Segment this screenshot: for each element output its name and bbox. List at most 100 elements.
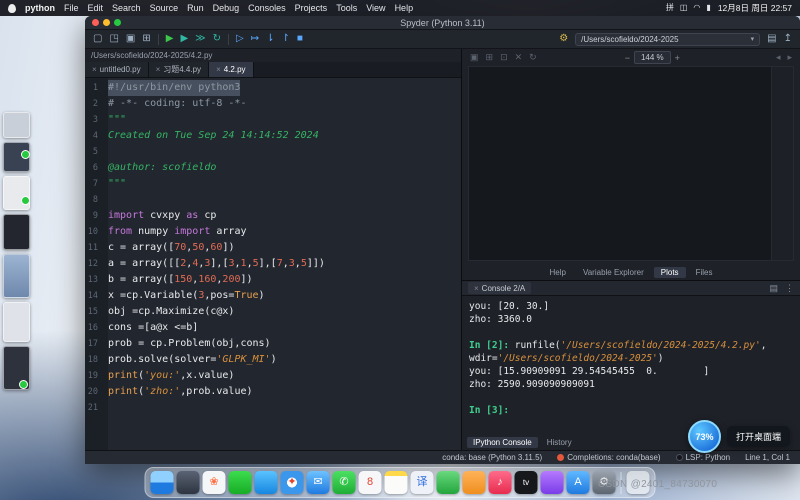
line-number[interactable]: 2 [85, 96, 103, 112]
dock-icon-app-store[interactable]: A [567, 471, 590, 494]
copy-plot-icon[interactable]: ⊡ [500, 53, 508, 62]
zoom-out-icon[interactable]: − [625, 53, 630, 63]
close-tab-icon[interactable]: × [216, 65, 221, 74]
minimize-window-button[interactable] [103, 19, 110, 26]
menubar-clock[interactable]: 12月8日 周日 22:57 [718, 2, 792, 14]
code-line-15[interactable]: 15obj =cp.Maximize(c@x) [85, 304, 461, 320]
dock-icon-mail[interactable]: ✉ [307, 471, 330, 494]
code-line-18[interactable]: 18prob.solve(solver='GLPK_MI') [85, 352, 461, 368]
line-number[interactable]: 15 [85, 304, 103, 320]
line-number[interactable]: 10 [85, 224, 103, 240]
code-line-5[interactable]: 5 [85, 144, 461, 160]
menu-consoles[interactable]: Consoles [248, 3, 286, 13]
line-number[interactable]: 3 [85, 112, 103, 128]
menu-source[interactable]: Source [150, 3, 179, 13]
pane-tab-help[interactable]: Help [543, 267, 573, 278]
code-line-14[interactable]: 14x =cp.Variable(3,pos=True) [85, 288, 461, 304]
close-tab-icon[interactable]: × [92, 65, 97, 74]
step-return-icon[interactable]: ↾ [282, 34, 290, 44]
step-into-icon[interactable]: ⇂ [266, 34, 274, 44]
dock-icon-wechat[interactable] [229, 471, 252, 494]
refresh-plot-icon[interactable]: ↻ [529, 53, 537, 62]
zoom-in-icon[interactable]: + [675, 53, 680, 63]
menu-file[interactable]: File [64, 3, 79, 13]
code-line-7[interactable]: 7""" [85, 176, 461, 192]
status-cursor-position[interactable]: Line 1, Col 1 [745, 453, 790, 462]
run-cell-icon[interactable]: ▶ [180, 34, 188, 44]
line-number[interactable]: 12 [85, 256, 103, 272]
line-number[interactable]: 4 [85, 128, 103, 144]
line-number[interactable]: 18 [85, 352, 103, 368]
dock-icon-numbers[interactable] [437, 471, 460, 494]
dock-icon-finder[interactable] [151, 471, 174, 494]
code-line-1[interactable]: 1#!/usr/bin/env python3 [85, 80, 461, 96]
line-number[interactable]: 8 [85, 192, 103, 208]
dock-icon-facetime[interactable]: ✆ [333, 471, 356, 494]
status-conda-env[interactable]: conda: base (Python 3.11.5) [442, 453, 542, 462]
previous-plot-icon[interactable]: ◂ [776, 53, 781, 62]
debug-file-icon[interactable]: ▷ [236, 34, 244, 44]
code-line-4[interactable]: 4Created on Tue Sep 24 14:14:52 2024 [85, 128, 461, 144]
dock-icon-calendar[interactable]: 8 [359, 471, 382, 494]
status-lsp[interactable]: LSP: Python [676, 453, 730, 462]
save-all-icon[interactable]: ⊞ [142, 34, 150, 44]
line-number[interactable]: 1 [85, 80, 103, 96]
line-number[interactable]: 5 [85, 144, 103, 160]
save-all-plots-icon[interactable]: ⊞ [486, 53, 494, 62]
menu-edit[interactable]: Edit [88, 3, 104, 13]
dock-icon-music[interactable]: ♪ [489, 471, 512, 494]
dock-icon-translate[interactable]: 译 [411, 471, 434, 494]
preferences-icon[interactable]: ⚙ [559, 34, 568, 44]
code-editor[interactable]: 1#!/usr/bin/env python32# -*- coding: ut… [85, 78, 461, 450]
working-directory-combo[interactable]: /Users/scofieldo/2024-2025 ▾ [575, 33, 760, 46]
close-window-button[interactable] [92, 19, 99, 26]
code-line-11[interactable]: 11c = array([70,50,60]) [85, 240, 461, 256]
browse-working-directory-icon[interactable]: ▤ [767, 34, 776, 44]
line-number[interactable]: 14 [85, 288, 103, 304]
code-line-2[interactable]: 2# -*- coding: utf-8 -*- [85, 96, 461, 112]
menu-view[interactable]: View [366, 3, 385, 13]
dock-icon-photos[interactable]: ❀ [203, 471, 226, 494]
menu-run[interactable]: Run [187, 3, 204, 13]
editor-tab-4-4-py[interactable]: ×习题4.4.py [149, 62, 209, 77]
save-file-icon[interactable]: ▣ [126, 34, 135, 44]
console-list-icon[interactable]: ▤ [769, 284, 778, 293]
screen-mirroring-icon[interactable]: ◫ [680, 4, 688, 12]
window-thumbnail[interactable] [3, 214, 30, 250]
console-bottom-tab-history[interactable]: History [541, 437, 578, 448]
apple-menu-icon[interactable] [8, 4, 16, 13]
input-source-icon[interactable]: 拼 [666, 4, 674, 12]
code-line-19[interactable]: 19print('you:',x.value) [85, 368, 461, 384]
stop-debug-icon[interactable]: ■ [297, 34, 303, 44]
line-number[interactable]: 16 [85, 320, 103, 336]
status-completions[interactable]: Completions: conda(base) [557, 453, 660, 462]
battery-icon[interactable]: ▮ [706, 4, 710, 12]
close-tab-icon[interactable]: × [156, 65, 161, 74]
console-output[interactable]: you: [20. 30.]zho: 3360.0 In [2]: runfil… [462, 296, 800, 435]
window-thumbnail[interactable] [3, 302, 30, 342]
line-number[interactable]: 9 [85, 208, 103, 224]
dock-icon-qq[interactable] [255, 471, 278, 494]
line-number[interactable]: 13 [85, 272, 103, 288]
code-line-8[interactable]: 8 [85, 192, 461, 208]
dock-icon-podcasts[interactable] [541, 471, 564, 494]
console-bottom-tab-ipython-console[interactable]: IPython Console [467, 437, 538, 448]
battery-popup[interactable]: 73% 打开桌面端 [688, 420, 790, 453]
pane-tab-files[interactable]: Files [689, 267, 720, 278]
dock-icon-notes[interactable] [385, 471, 408, 494]
rerun-cell-icon[interactable]: ↻ [213, 34, 221, 44]
dock-icon-pages[interactable] [463, 471, 486, 494]
close-console-icon[interactable]: × [474, 284, 479, 293]
dock-icon-safari[interactable]: ✦ [281, 471, 304, 494]
new-file-icon[interactable]: ▢ [93, 34, 102, 44]
code-line-12[interactable]: 12a = array([[2,4,3],[3,1,5],[7,3,5]]) [85, 256, 461, 272]
menu-debug[interactable]: Debug [213, 3, 240, 13]
code-line-6[interactable]: 6@author: scofieldo [85, 160, 461, 176]
menu-projects[interactable]: Projects [295, 3, 328, 13]
wifi-icon[interactable]: ◠ [693, 4, 700, 12]
line-number[interactable]: 7 [85, 176, 103, 192]
window-thumbnail[interactable] [3, 254, 30, 298]
run-cell-advance-icon[interactable]: ≫ [195, 34, 205, 44]
line-number[interactable]: 20 [85, 384, 103, 400]
zoom-window-button[interactable] [114, 19, 121, 26]
